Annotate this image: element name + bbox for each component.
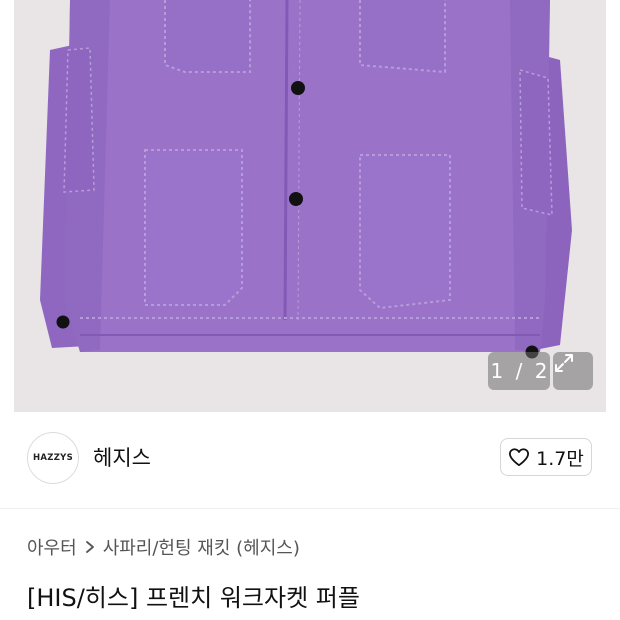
divider bbox=[0, 508, 620, 509]
brand-row: HAZZYS 헤지스 1.7만 bbox=[0, 412, 620, 508]
pager-separator: / bbox=[515, 359, 523, 383]
brand-name-link[interactable]: 헤지스 bbox=[93, 442, 151, 472]
like-button[interactable]: 1.7만 bbox=[500, 438, 592, 476]
product-image-gallery[interactable]: 1 / 2 bbox=[0, 0, 620, 412]
chevron-right-icon bbox=[85, 541, 94, 553]
breadcrumb-subcategory[interactable]: 사파리/헌팅 재킷 (헤지스) bbox=[103, 534, 300, 560]
product-photo bbox=[40, 0, 572, 359]
product-title: [HIS/히스] 프렌치 워크자켓 퍼플 bbox=[27, 584, 360, 612]
expand-icon bbox=[555, 354, 573, 372]
breadcrumb: 아우터 사파리/헌팅 재킷 (헤지스) bbox=[27, 534, 300, 560]
pager-current: 1 bbox=[490, 359, 504, 383]
breadcrumb-category[interactable]: 아우터 bbox=[27, 534, 77, 560]
pager-total: 2 bbox=[534, 359, 548, 383]
heart-icon bbox=[509, 448, 530, 467]
image-pager: 1 / 2 bbox=[488, 352, 550, 390]
brand-logo-text: HAZZYS bbox=[32, 453, 74, 463]
brand-logo[interactable]: HAZZYS bbox=[27, 432, 79, 484]
like-count: 1.7만 bbox=[536, 447, 584, 470]
fullscreen-button[interactable] bbox=[553, 352, 593, 390]
